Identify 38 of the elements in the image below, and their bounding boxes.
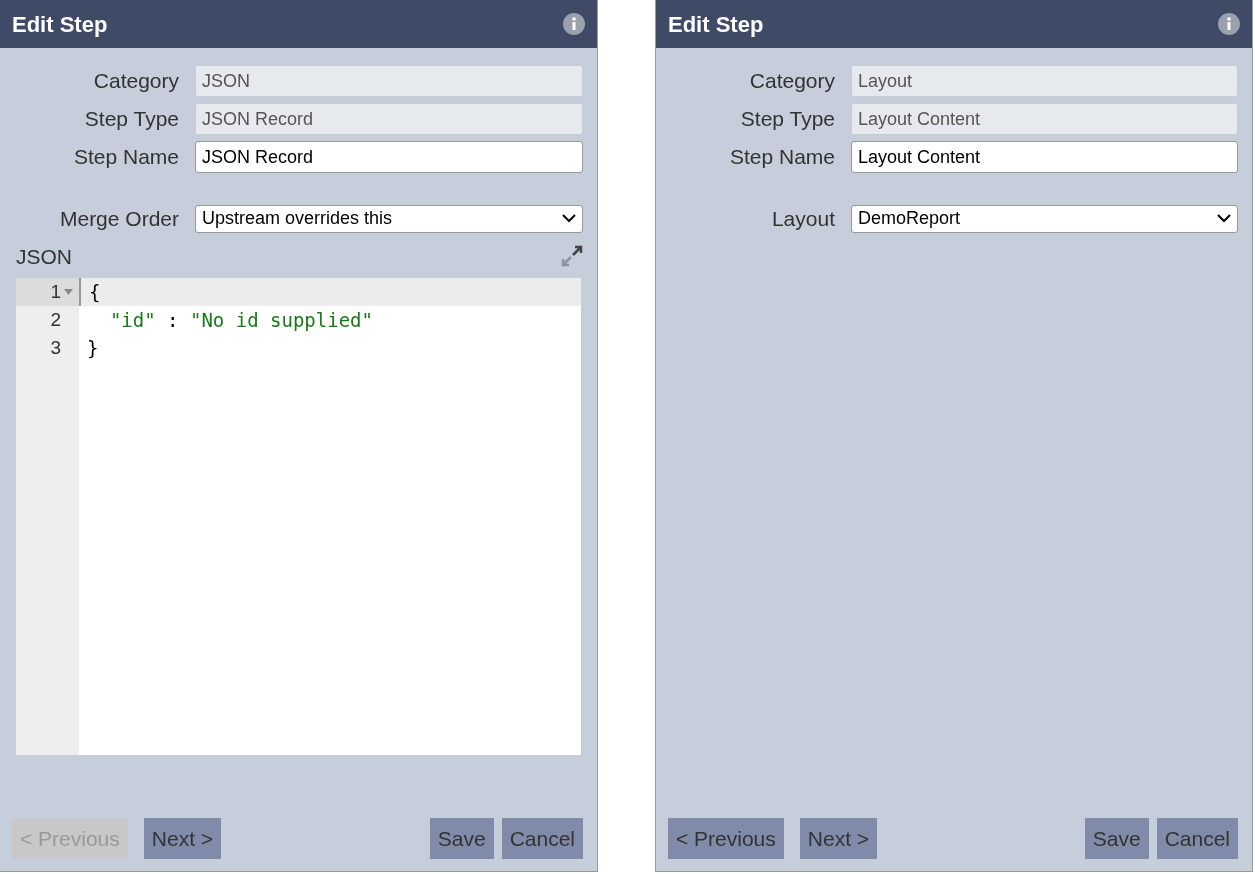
chevron-down-icon xyxy=(1217,214,1231,224)
action-button[interactable]: Cancel xyxy=(1156,818,1238,859)
dropdown-select[interactable]: Upstream overrides this xyxy=(195,204,583,233)
field-label: Layout xyxy=(770,206,836,232)
line-number: 2 xyxy=(16,305,79,335)
field-label: Step Name xyxy=(728,144,836,171)
code-editor[interactable]: 1 { 2 "id" : "No id supplied" 3 } xyxy=(16,278,581,755)
nav-button[interactable]: < Previous xyxy=(668,818,784,859)
field-label: Merge Order xyxy=(58,206,180,232)
editor-label: JSON xyxy=(16,243,72,270)
text-field[interactable]: Layout Content xyxy=(851,141,1238,173)
code-line: "id" : "No id supplied" xyxy=(108,307,373,333)
line-number: 3 xyxy=(16,333,79,363)
info-icon[interactable] xyxy=(1218,13,1240,35)
expand-icon[interactable] xyxy=(561,245,583,268)
fold-caret-icon[interactable] xyxy=(64,289,73,295)
dropdown-select[interactable]: DemoReport xyxy=(851,204,1238,233)
nav-button[interactable]: Next > xyxy=(143,818,222,859)
line-number: 1 xyxy=(16,277,79,307)
field-label: Category xyxy=(748,68,836,95)
action-button[interactable]: Save xyxy=(429,818,494,859)
readonly-field: Layout xyxy=(851,65,1238,97)
text-field[interactable]: JSON Record xyxy=(195,141,583,173)
readonly-field: JSON xyxy=(195,65,583,97)
readonly-field: JSON Record xyxy=(195,103,583,135)
chevron-down-icon xyxy=(562,214,576,224)
readonly-field: Layout Content xyxy=(851,103,1238,135)
field-label: Category xyxy=(92,68,180,95)
dialog-title: Edit Step xyxy=(12,10,108,39)
info-icon[interactable] xyxy=(563,13,585,35)
action-button[interactable]: Save xyxy=(1084,818,1149,859)
field-label: Step Type xyxy=(83,106,180,133)
field-label: Step Type xyxy=(739,106,836,133)
dialog-title: Edit Step xyxy=(668,10,764,39)
nav-button[interactable]: Next > xyxy=(799,818,878,859)
action-button[interactable]: Cancel xyxy=(501,818,583,859)
field-label: Step Name xyxy=(72,144,180,171)
code-line: } xyxy=(86,335,99,361)
